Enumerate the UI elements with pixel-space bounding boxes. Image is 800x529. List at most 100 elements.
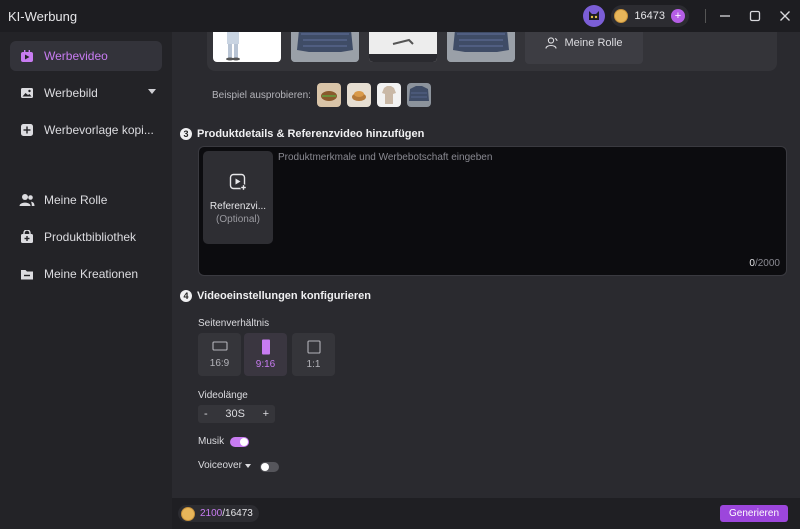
example-mini-thumbnail[interactable]	[406, 83, 431, 107]
generate-button[interactable]: Generieren	[720, 505, 788, 522]
example-mini-thumbnail[interactable]	[376, 83, 401, 107]
aspect-option-label: 16:9	[209, 358, 230, 369]
user-group-icon	[18, 191, 36, 209]
maximize-button[interactable]	[740, 0, 770, 32]
char-limit: /2000	[754, 258, 780, 269]
jacket-photo-icon	[447, 32, 515, 62]
product-photo-icon	[369, 32, 437, 62]
voiceover-label: Voiceover	[198, 460, 242, 471]
example-mini-thumbnail[interactable]	[316, 83, 341, 107]
jacket-photo-icon	[291, 32, 359, 62]
landscape-icon	[211, 341, 228, 351]
my-role-label: Meine Rolle	[564, 37, 623, 49]
sidebar-item-meine-rolle[interactable]: Meine Rolle	[10, 185, 162, 215]
close-button[interactable]	[770, 0, 800, 32]
close-icon	[780, 11, 790, 21]
aspect-option-label: 1:1	[306, 358, 321, 370]
scrollbar[interactable]	[790, 32, 800, 498]
image-ad-icon	[18, 84, 36, 102]
product-library-icon	[18, 228, 36, 246]
credits-total: /16473	[222, 508, 253, 519]
voiceover-dropdown[interactable]: Voiceover	[198, 460, 251, 471]
aspect-option-label: 9:16	[255, 359, 276, 370]
optional-label: (Optional)	[216, 214, 260, 225]
textarea-placeholder: Produktmerkmale und Werbebotschaft einge…	[278, 152, 493, 163]
sidebar-item-label: Produktbibliothek	[44, 230, 137, 244]
example-thumbnail[interactable]	[447, 32, 515, 62]
square-icon	[306, 339, 321, 354]
video-ad-icon	[18, 47, 36, 65]
sidebar-item-label: Werbevideo	[44, 49, 108, 63]
video-length-label: Videolänge	[198, 390, 248, 401]
chevron-down-icon[interactable]	[148, 89, 156, 94]
example-thumbnail[interactable]	[213, 32, 281, 62]
user-icon	[545, 37, 558, 49]
reference-video-upload[interactable]: Referenzvi... (Optional)	[203, 151, 273, 244]
video-length-value: 30S	[225, 408, 245, 420]
window-title: KI-Werbung	[8, 8, 78, 24]
sidebar-item-produktbibliothek[interactable]: Produktbibliothek	[10, 222, 162, 252]
voiceover-toggle[interactable]	[260, 462, 279, 472]
sidebar-item-werbevideo[interactable]: Werbevideo	[10, 41, 162, 71]
model-photo-icon	[226, 32, 240, 61]
sidebar: Werbevideo Werbebild Werbevorlage kopi..…	[0, 32, 172, 529]
add-video-icon	[229, 173, 247, 191]
aspect-option-1-1[interactable]: 1:1	[292, 333, 335, 376]
aspect-option-9-16[interactable]: 9:16	[244, 333, 287, 376]
example-thumbnail[interactable]	[291, 32, 359, 62]
step-number: 3	[180, 128, 192, 140]
music-toggle[interactable]	[230, 437, 249, 447]
char-counter: 0/2000	[749, 258, 780, 269]
coin-icon	[614, 9, 629, 23]
credits-used: 2100	[200, 508, 223, 519]
example-mini-thumbnail[interactable]	[346, 83, 371, 107]
minimize-icon	[720, 15, 730, 17]
section-4-header: 4 Videoeinstellungen konfigurieren	[180, 290, 371, 302]
music-label: Musik	[198, 436, 225, 447]
minimize-button[interactable]	[710, 0, 740, 32]
decrease-length-button[interactable]: -	[204, 408, 208, 420]
portrait-icon	[261, 339, 270, 355]
example-panel: Meine Rolle	[207, 32, 777, 71]
video-length-stepper: - 30S +	[198, 405, 275, 423]
sidebar-item-label: Werbevorlage kopi...	[44, 123, 154, 137]
reference-video-label: Referenzvi...	[209, 201, 267, 212]
credits-count: 16473	[634, 10, 665, 22]
template-copy-icon	[18, 121, 36, 139]
footer-bar: 2100 /16473 Generieren	[172, 498, 800, 529]
sidebar-item-werbebild[interactable]: Werbebild	[10, 78, 162, 108]
divider	[705, 9, 706, 23]
sidebar-item-label: Meine Kreationen	[44, 267, 139, 281]
step-number: 4	[180, 290, 192, 302]
credits-pill: 16473 +	[611, 5, 689, 27]
sidebar-item-werbevorlage[interactable]: Werbevorlage kopi...	[10, 115, 162, 145]
try-examples-row: Beispiel ausprobieren:	[212, 83, 431, 107]
user-avatar[interactable]	[583, 5, 606, 27]
food-photo-icon	[351, 91, 366, 101]
section-3-header: 3 Produktdetails & Referenzvideo hinzufü…	[180, 128, 424, 140]
try-examples-label: Beispiel ausprobieren:	[212, 89, 311, 101]
toggle-knob	[261, 463, 269, 471]
credit-usage-pill: 2100 /16473	[178, 505, 259, 522]
coin-icon	[181, 506, 195, 521]
creations-folder-icon	[18, 265, 36, 283]
aspect-option-16-9[interactable]: 16:9	[198, 333, 241, 376]
toggle-knob	[240, 438, 248, 446]
maximize-icon	[749, 10, 761, 22]
example-thumbnail[interactable]	[369, 32, 437, 62]
chevron-down-icon	[244, 463, 251, 468]
section-title: Produktdetails & Referenzvideo hinzufüge…	[197, 128, 425, 140]
cat-avatar-icon	[589, 11, 600, 20]
section-title: Videoeinstellungen konfigurieren	[197, 290, 371, 302]
my-role-card[interactable]: Meine Rolle	[525, 32, 643, 64]
increase-length-button[interactable]: +	[263, 408, 269, 420]
burger-photo-icon	[320, 91, 337, 101]
sidebar-item-label: Werbebild	[44, 86, 98, 100]
sidebar-item-label: Meine Rolle	[44, 193, 108, 207]
clothing-photo-icon	[381, 86, 396, 104]
sidebar-item-meine-kreationen[interactable]: Meine Kreationen	[10, 259, 162, 289]
product-details-textarea[interactable]: Referenzvi... (Optional) Produktmerkmale…	[198, 146, 787, 276]
jacket-photo-icon	[408, 86, 429, 101]
add-credits-icon[interactable]: +	[671, 9, 685, 23]
aspect-ratio-label: Seitenverhältnis	[198, 318, 270, 329]
